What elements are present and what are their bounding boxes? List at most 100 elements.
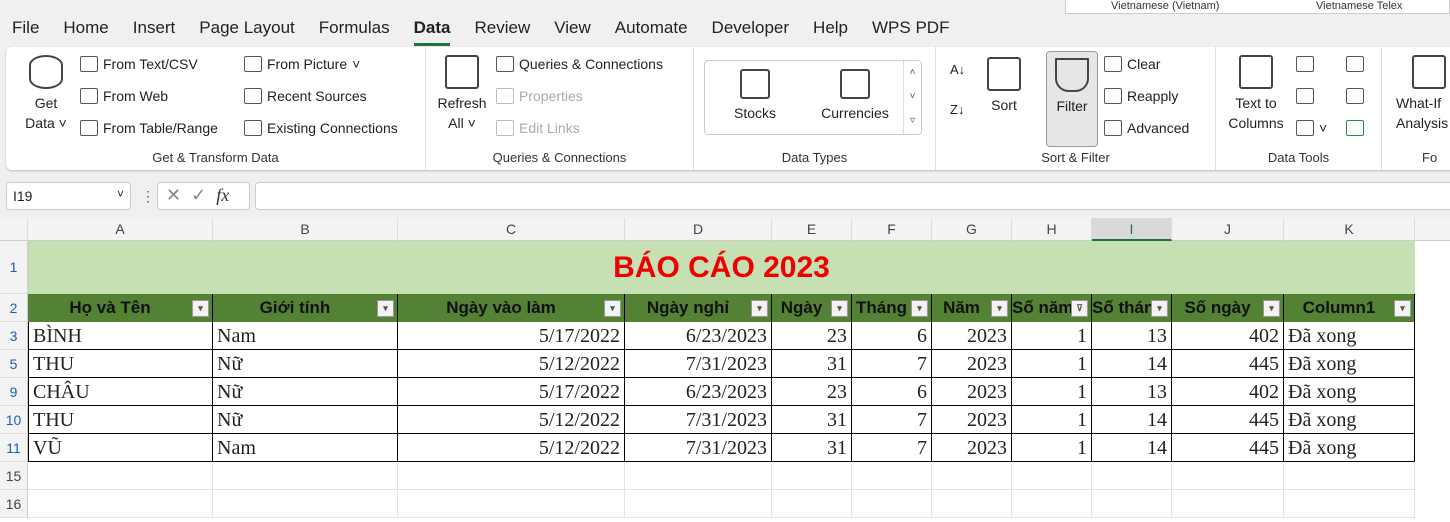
column-header-D[interactable]: D — [625, 218, 772, 241]
enter-icon[interactable]: ✓ — [191, 185, 216, 205]
empty-cell[interactable] — [213, 462, 398, 490]
row-header-2[interactable]: 2 — [0, 294, 28, 322]
empty-cell[interactable] — [852, 490, 932, 518]
empty-cell[interactable] — [398, 490, 625, 518]
table-cell[interactable]: 7/31/2023 — [625, 406, 772, 434]
menu-tab-formulas[interactable]: Formulas — [307, 14, 402, 44]
table-cell[interactable]: BÌNH — [28, 322, 213, 350]
row-header-10[interactable]: 10 — [0, 406, 28, 434]
empty-cell[interactable] — [1284, 462, 1415, 490]
column-header-cell[interactable]: Ngày nghỉ ▾ — [625, 294, 772, 322]
row-header-9[interactable]: 9 — [0, 378, 28, 406]
column-header-cell[interactable]: Số ngày ▾ — [1172, 294, 1284, 322]
data-validation-button[interactable]: ˅ — [1296, 120, 1327, 136]
table-cell[interactable]: Nam — [213, 434, 398, 462]
filter-dropdown-icon[interactable]: ▾ — [991, 300, 1008, 317]
refresh-all-button[interactable]: Refresh All ˅ — [434, 55, 490, 133]
select-all-corner[interactable] — [0, 218, 28, 241]
what-if-analysis-button[interactable]: What-If Analysis — [1396, 55, 1450, 133]
table-cell[interactable]: 13 — [1092, 378, 1172, 406]
consolidate-button[interactable] — [1346, 56, 1364, 72]
table-cell[interactable]: 445 — [1172, 350, 1284, 378]
table-cell[interactable]: 31 — [772, 434, 852, 462]
sort-button[interactable]: Sort — [984, 57, 1024, 115]
table-cell[interactable]: Đã xong — [1284, 378, 1415, 406]
column-header-cell[interactable]: Tháng ▾ — [852, 294, 932, 322]
table-cell[interactable]: 402 — [1172, 322, 1284, 350]
empty-cell[interactable] — [1172, 462, 1284, 490]
filter-active-icon[interactable]: ⊽ — [1071, 300, 1088, 317]
table-cell[interactable]: Nữ — [213, 350, 398, 378]
row-header-16[interactable]: 16 — [0, 490, 28, 518]
filter-dropdown-icon[interactable]: ▾ — [1394, 300, 1411, 317]
empty-cell[interactable] — [932, 490, 1012, 518]
filter-dropdown-icon[interactable]: ▾ — [377, 300, 394, 317]
clear-button[interactable]: Clear — [1104, 56, 1160, 72]
empty-cell[interactable] — [772, 462, 852, 490]
stocks-button[interactable]: Stocks — [725, 69, 785, 123]
empty-cell[interactable] — [772, 490, 852, 518]
empty-cell[interactable] — [28, 490, 213, 518]
table-cell[interactable]: 2023 — [932, 350, 1012, 378]
table-cell[interactable]: 2023 — [932, 406, 1012, 434]
table-cell[interactable]: 14 — [1092, 350, 1172, 378]
column-header-C[interactable]: C — [398, 218, 625, 241]
table-cell[interactable]: 1 — [1012, 322, 1092, 350]
existing-connections-button[interactable]: Existing Connections — [244, 120, 398, 136]
currencies-button[interactable]: Currencies — [810, 69, 900, 123]
language-item[interactable]: Vietnamese Telex — [1316, 0, 1402, 13]
column-header-B[interactable]: B — [213, 218, 398, 241]
menu-tab-review[interactable]: Review — [462, 14, 542, 44]
get-data-button[interactable]: Get Data ˅ — [16, 55, 76, 133]
gallery-scroll[interactable]: ˄ ˅ ▿ — [903, 61, 921, 134]
table-cell[interactable]: 6 — [852, 378, 932, 406]
table-cell[interactable]: 5/12/2022 — [398, 434, 625, 462]
advanced-button[interactable]: Advanced — [1104, 120, 1189, 136]
empty-cell[interactable] — [932, 462, 1012, 490]
column-header-J[interactable]: J — [1172, 218, 1284, 241]
column-header-cell[interactable]: Số tháng ▾ — [1092, 294, 1172, 322]
column-header-F[interactable]: F — [852, 218, 932, 241]
from-picture-button[interactable]: From Picture ˅ — [244, 56, 360, 72]
empty-cell[interactable] — [398, 462, 625, 490]
menu-tab-developer[interactable]: Developer — [700, 14, 802, 44]
insert-function-button[interactable]: fx — [216, 185, 229, 205]
table-cell[interactable]: Đã xong — [1284, 350, 1415, 378]
column-header-H[interactable]: H — [1012, 218, 1092, 241]
table-cell[interactable]: CHÂU — [28, 378, 213, 406]
menu-tab-data[interactable]: Data — [402, 14, 463, 46]
menu-tab-page-layout[interactable]: Page Layout — [187, 14, 306, 44]
empty-cell[interactable] — [1284, 490, 1415, 518]
table-cell[interactable]: Nam — [213, 322, 398, 350]
row-header-1[interactable]: 1 — [0, 241, 28, 294]
filter-dropdown-icon[interactable]: ▾ — [1263, 300, 1280, 317]
menu-tab-automate[interactable]: Automate — [603, 14, 700, 44]
table-cell[interactable]: 14 — [1092, 406, 1172, 434]
table-cell[interactable]: Đã xong — [1284, 434, 1415, 462]
edit-links-button[interactable]: Edit Links — [496, 120, 580, 136]
empty-cell[interactable] — [1172, 490, 1284, 518]
filter-dropdown-icon[interactable]: ▾ — [831, 300, 848, 317]
table-cell[interactable]: 31 — [772, 406, 852, 434]
column-header-K[interactable]: K — [1284, 218, 1415, 241]
table-cell[interactable]: 5/12/2022 — [398, 350, 625, 378]
empty-cell[interactable] — [625, 462, 772, 490]
table-cell[interactable]: 5/12/2022 — [398, 406, 625, 434]
language-item[interactable]: Vietnamese (Vietnam) — [1111, 0, 1219, 13]
menu-tab-help[interactable]: Help — [801, 14, 860, 44]
sort-descending-button[interactable]: Z↓ — [950, 102, 964, 117]
table-cell[interactable]: 1 — [1012, 406, 1092, 434]
table-cell[interactable]: THU — [28, 406, 213, 434]
menu-tab-wps-pdf[interactable]: WPS PDF — [860, 14, 961, 44]
column-header-I[interactable]: I — [1092, 218, 1172, 241]
table-cell[interactable]: 13 — [1092, 322, 1172, 350]
empty-cell[interactable] — [1092, 462, 1172, 490]
column-header-cell[interactable]: Ngày vào làm ▾ — [398, 294, 625, 322]
table-cell[interactable]: Đã xong — [1284, 406, 1415, 434]
table-cell[interactable]: 23 — [772, 322, 852, 350]
table-cell[interactable]: THU — [28, 350, 213, 378]
column-header-A[interactable]: A — [28, 218, 213, 241]
table-cell[interactable]: 31 — [772, 350, 852, 378]
table-cell[interactable]: 445 — [1172, 406, 1284, 434]
table-cell[interactable]: 7/31/2023 — [625, 434, 772, 462]
